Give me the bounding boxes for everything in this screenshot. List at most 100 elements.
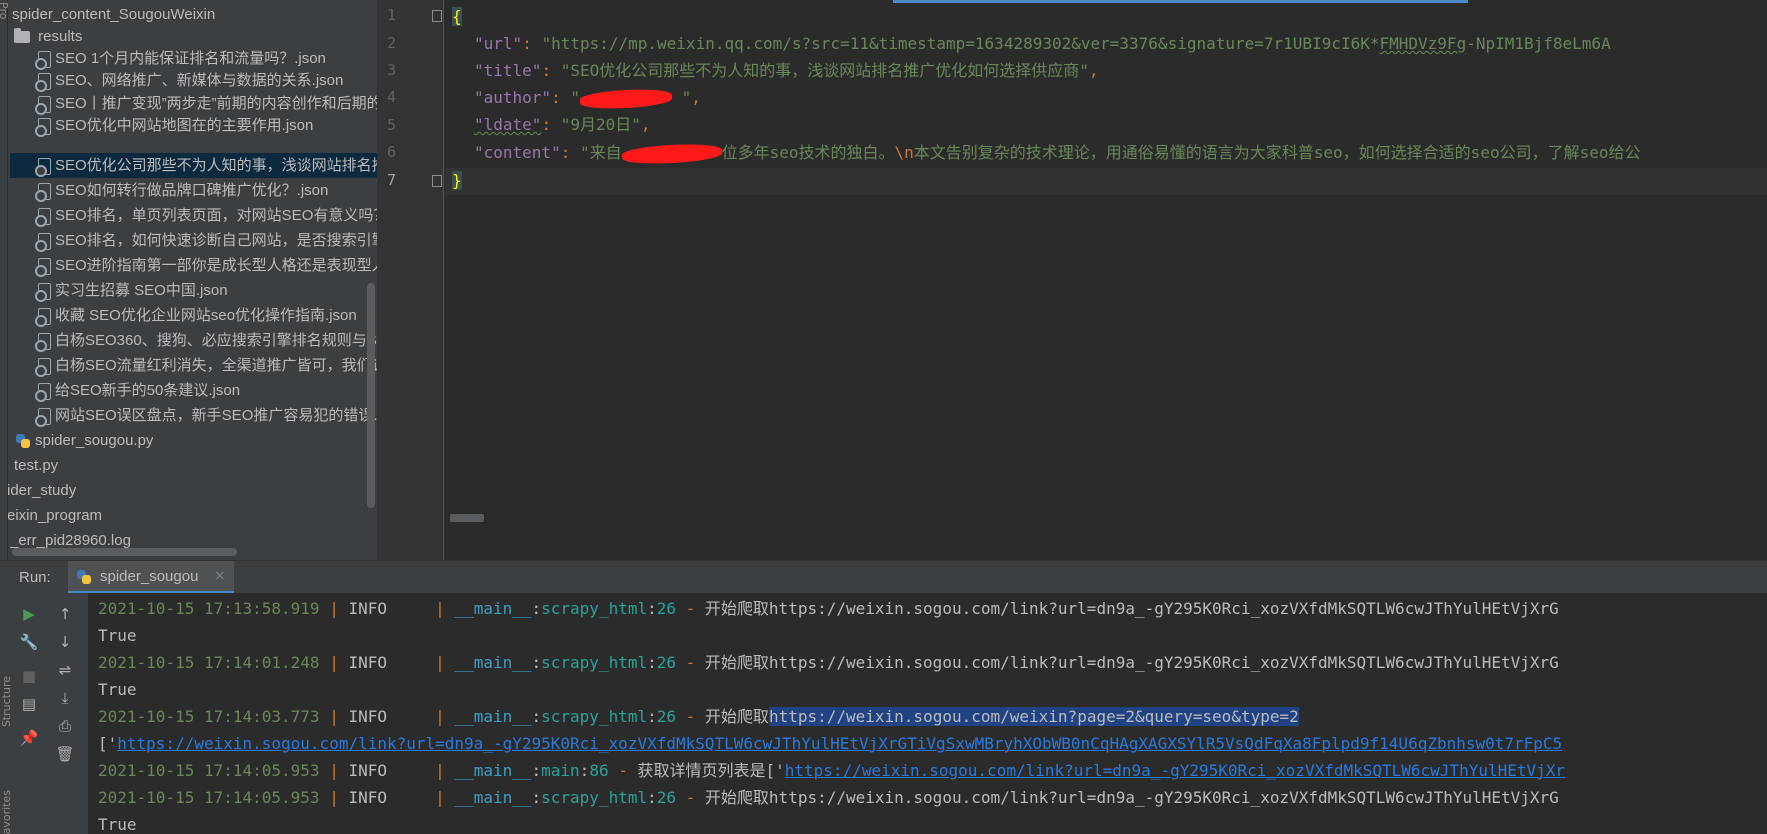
json-file-icon bbox=[35, 382, 51, 403]
line-number: 3 bbox=[386, 61, 396, 79]
log-separator: | bbox=[425, 599, 455, 618]
tree-file-json-selected[interactable]: SEO优化公司那些不为人知的事，浅谈网站排名推 bbox=[10, 153, 377, 178]
layout-icon[interactable]: ▤ bbox=[18, 693, 40, 715]
tree-file-json[interactable]: 网站SEO误区盘点，新手SEO推广容易犯的错误.js bbox=[35, 403, 378, 428]
tree-file-py[interactable]: spider_sougou.py bbox=[15, 428, 153, 453]
console-log-line: 2021-10-15 17:14:05.953 | INFO | __main_… bbox=[98, 784, 1559, 811]
run-label: Run: bbox=[19, 569, 51, 586]
arrow-down-icon[interactable]: ↓ bbox=[54, 631, 76, 653]
console-text: [' bbox=[98, 734, 118, 753]
tree-horizontal-scrollbar[interactable] bbox=[12, 548, 237, 556]
fold-marker-icon[interactable] bbox=[432, 10, 442, 22]
log-colon: : bbox=[531, 761, 542, 780]
code-line-2: "url": "https://mp.weixin.qq.com/s?src=1… bbox=[474, 30, 1611, 57]
json-file-icon bbox=[35, 182, 51, 203]
arrow-up-icon[interactable]: ↑ bbox=[54, 603, 76, 625]
tree-file-json[interactable]: SEO、网络推广、新媒体与数据的关系.json bbox=[35, 68, 343, 93]
log-function: scrapy_html bbox=[541, 788, 648, 807]
stop-icon[interactable]: ■ bbox=[18, 665, 40, 687]
log-separator: | bbox=[319, 788, 349, 807]
console-text: True bbox=[98, 815, 137, 834]
soft-wrap-icon[interactable]: ⇌ bbox=[54, 659, 76, 681]
tree-file-json[interactable]: 白杨SEO流量红利消失，全渠道推广皆可，我们该 bbox=[35, 353, 377, 378]
tree-file-json[interactable]: 收藏 SEO优化企业网站seo优化操作指南.json bbox=[35, 303, 357, 328]
code-line-7: } bbox=[452, 167, 462, 194]
json-key: "title" bbox=[474, 61, 542, 80]
log-function: scrapy_html bbox=[541, 653, 648, 672]
tree-vertical-scrollbar[interactable] bbox=[367, 283, 375, 508]
log-separator: | bbox=[319, 761, 349, 780]
tree-file-json[interactable]: SEO优化中网站地图在的主要作用.json bbox=[35, 113, 313, 138]
run-tab-spider-sougou[interactable]: spider_sougou × bbox=[68, 561, 234, 594]
run-console-output[interactable]: 2021-10-15 17:13:58.919 | INFO | __main_… bbox=[88, 593, 1767, 834]
json-file-icon bbox=[35, 257, 51, 278]
fold-marker-icon[interactable] bbox=[432, 175, 442, 187]
log-timestamp: 2021-10-15 17:14:05.953 bbox=[98, 788, 320, 807]
log-selected-url[interactable]: https://weixin.sogou.com/weixin?page=2&q… bbox=[768, 707, 1299, 726]
log-message: 开始爬取https://weixin.sogou.com/link?url=dn… bbox=[704, 599, 1559, 618]
json-string: "来自 bbox=[579, 143, 622, 162]
current-line-highlight bbox=[445, 168, 1767, 195]
trash-icon[interactable]: 🗑 bbox=[54, 743, 76, 765]
console-link[interactable]: https://weixin.sogou.com/link?url=dn9a_-… bbox=[117, 734, 1562, 753]
code-editor[interactable]: 1 2 3 4 5 6 7 { "url": "https://mp.weixi… bbox=[378, 0, 1767, 560]
log-message-prefix: 获取详情页列表是[' bbox=[637, 761, 785, 780]
tree-folder-spider-study[interactable]: ider_study bbox=[7, 478, 76, 503]
log-lineno: 26 bbox=[656, 707, 677, 726]
console-link[interactable]: https://weixin.sogou.com/link?url=dn9a_-… bbox=[785, 761, 1565, 780]
tree-file-json[interactable]: SEO排名，单页列表页面，对网站SEO有意义吗？ bbox=[35, 203, 378, 228]
json-file-icon bbox=[35, 332, 51, 353]
structure-tool-window-label[interactable]: Structure bbox=[0, 676, 13, 727]
log-module: __main__ bbox=[454, 707, 532, 726]
editor-horizontal-scrollbar[interactable] bbox=[450, 514, 484, 522]
tree-file-json[interactable]: SEO如何转行做品牌口碑推广优化？.json bbox=[35, 178, 328, 203]
json-string: 位多年seo技术的独白。 bbox=[721, 143, 895, 162]
tree-file-label: 白杨SEO360、搜狗、必应搜索引擎排名规则与S bbox=[55, 332, 377, 349]
wrench-icon[interactable]: 🔧 bbox=[18, 631, 40, 653]
log-separator: | bbox=[425, 653, 455, 672]
python-run-icon bbox=[76, 569, 92, 585]
tree-folder-weixin-program[interactable]: eixin_program bbox=[7, 503, 102, 528]
tree-file-label: SEO如何转行做品牌口碑推广优化？.json bbox=[55, 182, 329, 199]
favorites-tool-window-label[interactable]: Favorites bbox=[0, 790, 13, 834]
log-module: __main__ bbox=[454, 788, 532, 807]
tree-file-json[interactable]: 给SEO新手的50条建议.json bbox=[35, 378, 240, 403]
json-comma: , bbox=[1088, 61, 1099, 80]
tree-file-test[interactable]: test.py bbox=[14, 453, 58, 478]
tree-file-label: SEO、网络推广、新媒体与数据的关系.json bbox=[55, 72, 344, 89]
tree-file-label: SEO排名，如何快速诊断自己网站，是否搜索引擎 bbox=[55, 232, 378, 249]
json-key: "author" bbox=[474, 88, 552, 107]
json-colon: : bbox=[541, 115, 561, 134]
pin-icon[interactable]: 📌 bbox=[18, 727, 40, 749]
log-lineno: 26 bbox=[656, 653, 677, 672]
tree-file-label: 网站SEO误区盘点，新手SEO推广容易犯的错误.js bbox=[55, 407, 378, 424]
tree-file-label: SEO排名，单页列表页面，对网站SEO有意义吗？ bbox=[55, 207, 378, 224]
tree-file-json[interactable]: 实习生招募 SEO中国.json bbox=[35, 278, 228, 303]
tree-file-label: 实习生招募 SEO中国.json bbox=[55, 282, 228, 299]
json-comma: , bbox=[691, 88, 701, 107]
log-colon: : bbox=[647, 707, 657, 726]
log-function: scrapy_html bbox=[541, 599, 648, 618]
log-dash: - bbox=[676, 707, 705, 726]
tree-file-json[interactable]: SEO进阶指南第一部你是成长型人格还是表现型人 bbox=[35, 253, 377, 278]
line-number: 2 bbox=[386, 34, 396, 52]
tree-file-label: 给SEO新手的50条建议.json bbox=[55, 382, 241, 399]
json-file-icon bbox=[35, 72, 51, 93]
json-string: -NpIM1Bjf8eLm6A bbox=[1466, 34, 1611, 53]
scroll-to-end-icon[interactable]: ⤓ bbox=[54, 687, 76, 709]
json-file-icon bbox=[35, 207, 51, 228]
rerun-icon[interactable]: ▶ bbox=[18, 603, 40, 625]
close-icon[interactable]: × bbox=[214, 561, 226, 592]
tree-file-json[interactable]: SEO排名，如何快速诊断自己网站，是否搜索引擎 bbox=[35, 228, 378, 253]
log-message: 开始爬取https://weixin.sogou.com/link?url=dn… bbox=[704, 788, 1559, 807]
print-icon[interactable]: ⎙ bbox=[54, 715, 76, 737]
project-tool-window-label[interactable]: Pro bbox=[0, 2, 10, 19]
log-separator: | bbox=[319, 599, 349, 618]
json-file-icon bbox=[35, 95, 51, 116]
line-number: 1 bbox=[386, 6, 396, 24]
log-module: __main__ bbox=[454, 653, 532, 672]
json-file-icon bbox=[35, 357, 51, 378]
log-dash: - bbox=[676, 599, 705, 618]
tree-file-label: spider_sougou.py bbox=[35, 432, 154, 449]
tree-file-json[interactable]: 白杨SEO360、搜狗、必应搜索引擎排名规则与S bbox=[35, 328, 377, 353]
